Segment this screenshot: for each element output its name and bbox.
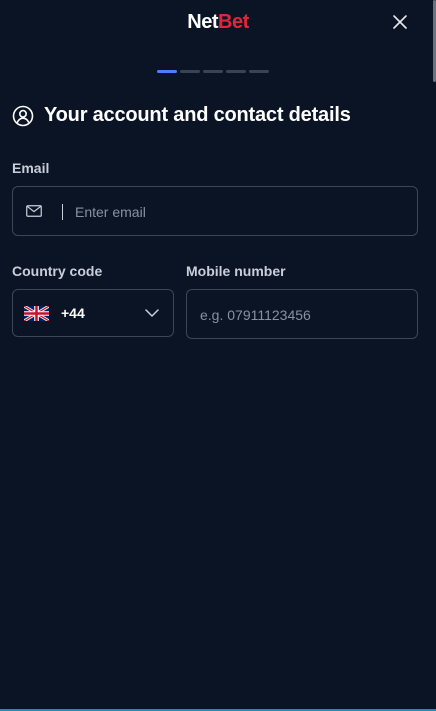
logo-bet: Bet bbox=[218, 11, 249, 33]
mail-icon bbox=[26, 205, 42, 217]
progress-step-1 bbox=[157, 70, 177, 73]
email-field-container bbox=[12, 186, 418, 237]
country-code-select[interactable]: +44 bbox=[12, 289, 174, 337]
mobile-number-label: Mobile number bbox=[186, 263, 286, 279]
email-label: Email bbox=[12, 160, 50, 176]
chevron-down-icon bbox=[145, 309, 159, 317]
step-progress bbox=[157, 70, 269, 73]
mobile-field-container bbox=[186, 289, 418, 340]
registration-screen: NetBet Your account and contact details … bbox=[0, 0, 436, 711]
user-circle-icon bbox=[12, 105, 34, 126]
progress-step-2 bbox=[180, 70, 200, 73]
close-icon bbox=[393, 15, 407, 29]
mobile-number-input[interactable] bbox=[198, 290, 412, 340]
page-title: Your account and contact details bbox=[44, 104, 351, 126]
country-code-value: +44 bbox=[61, 305, 85, 321]
uk-flag-icon bbox=[24, 306, 49, 321]
netbet-logo: NetBet bbox=[0, 10, 436, 34]
email-divider bbox=[62, 204, 63, 220]
country-code-label: Country code bbox=[12, 263, 103, 279]
progress-step-5 bbox=[249, 70, 269, 73]
progress-step-3 bbox=[203, 70, 223, 73]
section-heading: Your account and contact details bbox=[12, 104, 351, 127]
progress-step-4 bbox=[226, 70, 246, 73]
close-button[interactable] bbox=[390, 12, 410, 32]
header: NetBet bbox=[0, 0, 436, 44]
logo-net: Net bbox=[187, 11, 218, 33]
email-input[interactable] bbox=[73, 187, 407, 237]
